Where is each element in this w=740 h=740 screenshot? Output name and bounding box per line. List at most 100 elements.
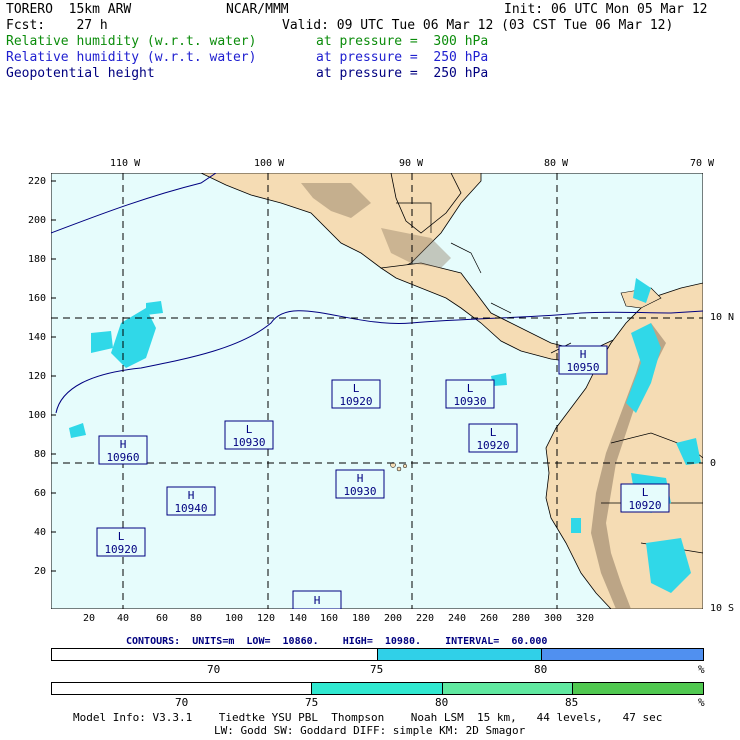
colorbar-segment (442, 683, 573, 694)
x-tick: 40 (117, 613, 130, 624)
field2-level: at pressure = 250 hPa (316, 50, 489, 65)
x-tick: 20 (83, 613, 96, 624)
y-tick: 160 (27, 293, 46, 304)
colorbar-segment (52, 649, 378, 660)
field2-name: Relative humidity (w.r.t. water) (6, 50, 257, 65)
x-tick: 100 (225, 613, 244, 624)
svg-text:10920: 10920 (104, 543, 137, 556)
svg-text:10950: 10950 (566, 361, 599, 374)
lon-label: 90 W (399, 158, 424, 169)
y-tick: 120 (27, 371, 46, 382)
y-tick: 220 (27, 176, 46, 187)
svg-text:H: H (314, 594, 321, 607)
x-tick: 80 (190, 613, 203, 624)
y-tick: 20 (33, 566, 46, 577)
colorbar-label: 75 (305, 696, 319, 709)
lon-label: 80 W (544, 158, 569, 169)
init-time: Init: 06 UTC Mon 05 Mar 12 (504, 2, 708, 17)
weather-map: L 10920 L 10930 H 10950 L 10930 H 10960 … (51, 173, 703, 609)
svg-text:10930: 10930 (343, 485, 376, 498)
lon-label: 70 W (690, 158, 715, 169)
lat-label: 0 (710, 458, 717, 469)
colorbar-unit: % (698, 696, 705, 709)
x-tick: 180 (352, 613, 371, 624)
lat-label: 10 S (710, 603, 735, 614)
x-tick: 240 (448, 613, 467, 624)
colorbar-segment (312, 683, 443, 694)
marker-box: L 10930 (445, 379, 495, 409)
colorbar-label: 80 (435, 696, 449, 709)
y-tick: 80 (33, 449, 46, 460)
marker-box: H 10950 (558, 345, 608, 375)
y-tick: 180 (27, 254, 46, 265)
colorbar-label: 70 (175, 696, 189, 709)
svg-text:L: L (246, 423, 253, 436)
x-tick: 120 (257, 613, 276, 624)
marker-box: H (292, 590, 342, 609)
svg-text:L: L (642, 486, 649, 499)
marker-box: L 10920 (468, 423, 518, 453)
svg-text:10920: 10920 (339, 395, 372, 408)
y-tick: 140 (27, 332, 46, 343)
x-tick: 300 (544, 613, 563, 624)
rh250-colorbar (51, 682, 704, 695)
contours-info: CONTOURS: UNITS=m LOW= 10860. HIGH= 1098… (126, 636, 548, 647)
svg-text:L: L (490, 426, 497, 439)
svg-text:L: L (467, 382, 474, 395)
colorbar-segment (52, 683, 313, 694)
lon-label: 100 W (254, 158, 285, 169)
field1-name: Relative humidity (w.r.t. water) (6, 34, 257, 49)
svg-text:10920: 10920 (628, 499, 661, 512)
field3-level: at pressure = 250 hPa (316, 66, 489, 81)
svg-text:L: L (353, 382, 360, 395)
marker-box: H 10930 (335, 469, 385, 499)
model-info: Model Info: V3.3.1 Tiedtke YSU PBL Thomp… (73, 711, 663, 724)
forecast-hour: Fcst: 27 h (6, 18, 108, 33)
colorbar-label: 75 (370, 663, 384, 676)
x-tick: 140 (289, 613, 308, 624)
svg-text:10920: 10920 (476, 439, 509, 452)
lon-label: 110 W (110, 158, 141, 169)
x-tick: 220 (416, 613, 435, 624)
x-tick: 200 (384, 613, 403, 624)
svg-text:H: H (580, 348, 587, 361)
svg-text:10940: 10940 (174, 502, 207, 515)
x-tick: 280 (512, 613, 531, 624)
valid-time: Valid: 09 UTC Tue 06 Mar 12 (03 CST Tue … (282, 18, 674, 33)
svg-text:H: H (357, 472, 364, 485)
svg-text:10930: 10930 (232, 436, 265, 449)
rh300-colorbar (51, 648, 704, 661)
x-tick: 60 (156, 613, 169, 624)
y-tick: 200 (27, 215, 46, 226)
x-tick: 160 (320, 613, 339, 624)
colorbar-segment (541, 649, 703, 660)
marker-box: L 10930 (224, 420, 274, 450)
x-tick: 320 (576, 613, 595, 624)
field3-name: Geopotential height (6, 66, 155, 81)
svg-text:10960: 10960 (106, 451, 139, 464)
colorbar-label: 80 (534, 663, 548, 676)
colorbar-label: 70 (207, 663, 221, 676)
colorbar-unit: % (698, 663, 705, 676)
model-physics: LW: Godd SW: Goddard DIFF: simple KM: 2D… (214, 724, 526, 737)
colorbar-segment (572, 683, 703, 694)
y-tick: 40 (33, 527, 46, 538)
marker-box: L 10920 (331, 379, 381, 409)
colorbar-segment (377, 649, 542, 660)
y-tick: 60 (33, 488, 46, 499)
svg-text:10930: 10930 (453, 395, 486, 408)
org-label: NCAR/MMM (226, 2, 289, 17)
x-tick: 260 (480, 613, 499, 624)
y-tick: 100 (27, 410, 46, 421)
svg-text:L: L (118, 530, 125, 543)
marker-box: L 10920 (96, 527, 146, 557)
marker-box: H 10960 (98, 435, 148, 465)
marker-box: H 10940 (166, 486, 216, 516)
colorbar-label: 85 (565, 696, 579, 709)
field1-level: at pressure = 300 hPa (316, 34, 489, 49)
svg-text:H: H (188, 489, 195, 502)
svg-text:H: H (120, 438, 127, 451)
lat-label: 10 N (710, 312, 735, 323)
marker-box: L 10920 (620, 483, 670, 513)
model-title: TORERO 15km ARW (6, 2, 132, 17)
